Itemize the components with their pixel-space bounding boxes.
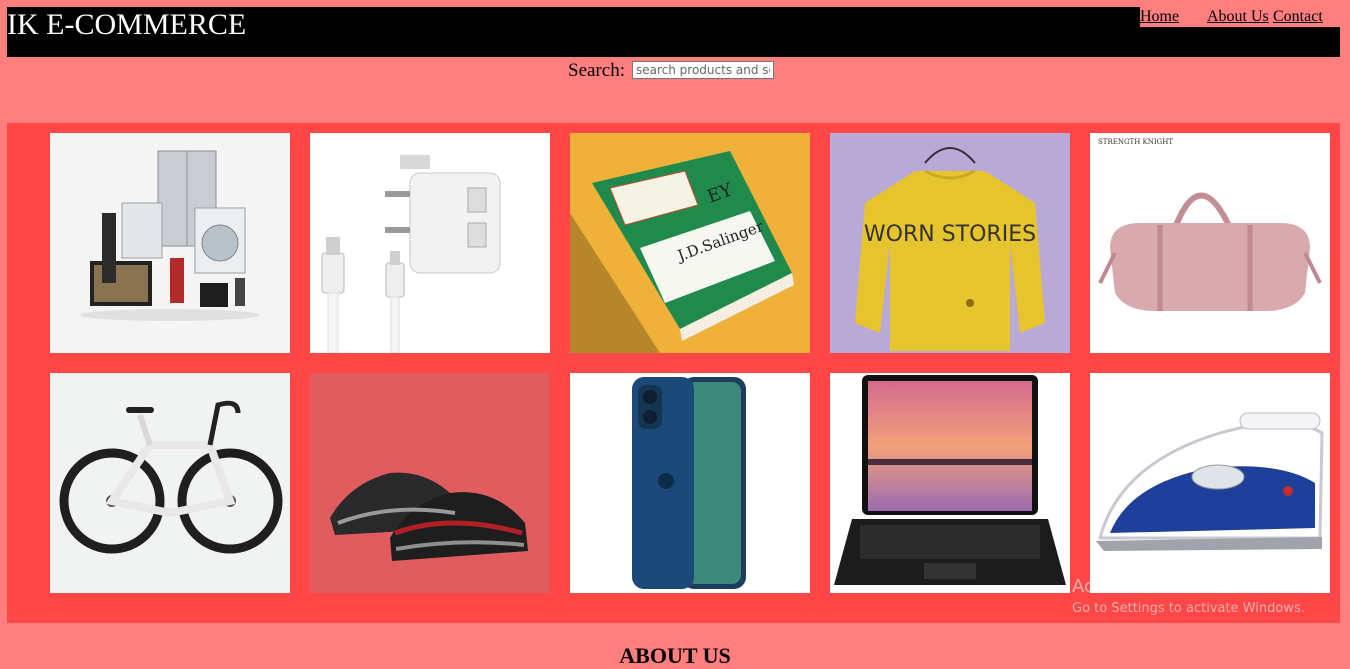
nav-menu: Home About Us Contact [1140,7,1340,27]
laptop-icon [830,373,1070,593]
nav-home-link[interactable]: Home [1140,9,1179,25]
nav-contact-link[interactable]: Contact [1273,9,1323,25]
windows-activation-title: Activate Windows [1072,576,1232,597]
product-card-smartphone[interactable] [570,373,810,593]
sneakers-icon [310,373,550,593]
usb-charger-icon [310,133,550,353]
book-icon: J.D.Salinger EY [570,133,810,353]
steam-iron-icon [1090,373,1330,593]
about-heading: ABOUT US [619,643,731,668]
sweater-text: WORN STORIES [864,222,1036,247]
product-card-bicycle[interactable] [50,373,290,593]
product-card-bag[interactable]: STRENGTH KNIGHT [1090,133,1330,353]
header-bar: IK E-COMMERCE Home About Us Contact [7,7,1340,57]
search-input[interactable] [632,61,774,79]
smartphone-icon [570,373,810,593]
sweater-icon: WORN STORIES [830,133,1070,353]
duffel-bag-icon: STRENGTH KNIGHT [1090,133,1330,353]
product-grid: J.D.Salinger EY WORN STORIES STRENGTH KN… [7,123,1340,623]
product-card-charger[interactable] [310,133,550,353]
product-card-appliances[interactable] [50,133,290,353]
product-card-laptop[interactable] [830,373,1070,593]
product-card-book[interactable]: J.D.Salinger EY [570,133,810,353]
bag-brand-text: STRENGTH KNIGHT [1098,138,1173,146]
search-label: Search: [568,60,625,81]
product-card-sneakers[interactable] [310,373,550,593]
nav-about-link[interactable]: About Us [1207,9,1269,25]
brand-title: IK E-COMMERCE [7,8,247,41]
home-appliances-icon [50,133,290,353]
bicycle-icon [50,373,290,593]
product-card-iron[interactable] [1090,373,1330,593]
product-card-sweater[interactable]: WORN STORIES [830,133,1070,353]
windows-activation-message: Go to Settings to activate Windows. [1072,601,1305,616]
